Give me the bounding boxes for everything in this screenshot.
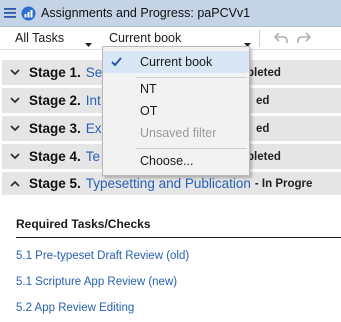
checkmark-icon	[111, 56, 122, 70]
stage-name-link[interactable]: Se	[86, 65, 103, 80]
menu-item-current-book[interactable]: Current book	[103, 51, 249, 73]
chevron-down-icon[interactable]	[5, 69, 25, 76]
chevron-down-icon[interactable]	[5, 153, 25, 160]
stage-prefix: Stage 1.	[29, 65, 81, 80]
task-link[interactable]: 5.1 Pre-typeset Draft Review (old)	[16, 250, 189, 262]
chevron-down-icon[interactable]	[5, 125, 25, 132]
required-tasks-heading: Required Tasks/Checks	[16, 217, 151, 231]
menu-item-unsaved-filter: Unsaved filter	[103, 122, 249, 144]
stage-name-link[interactable]: Typesetting and Publication	[86, 176, 251, 191]
hamburger-icon[interactable]	[0, 0, 20, 27]
stage-status: pleted	[247, 150, 281, 163]
menu-item-label: NT	[140, 82, 157, 96]
stage-5-content: Required Tasks/Checks 5.1 Pre-typeset Dr…	[2, 195, 341, 322]
menu-item-label: Unsaved filter	[140, 126, 217, 140]
window-title: Assignments and Progress: paPCVv1	[41, 6, 251, 20]
book-scope-dropdown[interactable]: Current book	[109, 31, 181, 45]
heading-divider	[16, 237, 341, 238]
task-filter-dropdown[interactable]: All Tasks	[15, 31, 64, 45]
book-scope-menu: Current book NT OT Unsaved filter Choose…	[102, 46, 250, 176]
app-logo-icon	[21, 6, 36, 21]
menu-item-label: OT	[140, 104, 158, 118]
chevron-up-icon[interactable]	[5, 180, 25, 187]
stage-name-link[interactable]: Ex	[86, 121, 102, 136]
stage-prefix: Stage 4.	[29, 149, 81, 164]
menu-item-label: Current book	[140, 55, 213, 69]
toolbar-separator	[259, 30, 260, 47]
stage-prefix: Stage 5.	[29, 176, 81, 191]
menu-item-nt[interactable]: NT	[103, 78, 249, 100]
stage-status: ed	[256, 94, 270, 107]
chevron-down-icon[interactable]	[5, 97, 25, 104]
stage-prefix: Stage 2.	[29, 93, 81, 108]
menu-item-choose[interactable]: Choose...	[103, 150, 249, 172]
stage-status: ed	[256, 122, 270, 135]
chevron-down-icon[interactable]	[85, 36, 92, 50]
task-link[interactable]: 5.1 Scripture App Review (new)	[16, 276, 177, 288]
menu-separator	[136, 148, 247, 149]
redo-icon[interactable]	[297, 32, 312, 47]
undo-icon[interactable]	[273, 32, 288, 47]
stage-status: pleted	[247, 66, 281, 79]
menu-item-label: Choose...	[140, 154, 194, 168]
menu-item-ot[interactable]: OT	[103, 100, 249, 122]
title-bar: Assignments and Progress: paPCVv1	[0, 0, 341, 27]
stage-prefix: Stage 3.	[29, 121, 81, 136]
stage-status: - In Progre	[254, 177, 313, 190]
stage-name-link[interactable]: Te	[86, 149, 100, 164]
task-link[interactable]: 5.2 App Review Editing	[16, 302, 134, 314]
stage-name-link[interactable]: Int	[86, 93, 101, 108]
